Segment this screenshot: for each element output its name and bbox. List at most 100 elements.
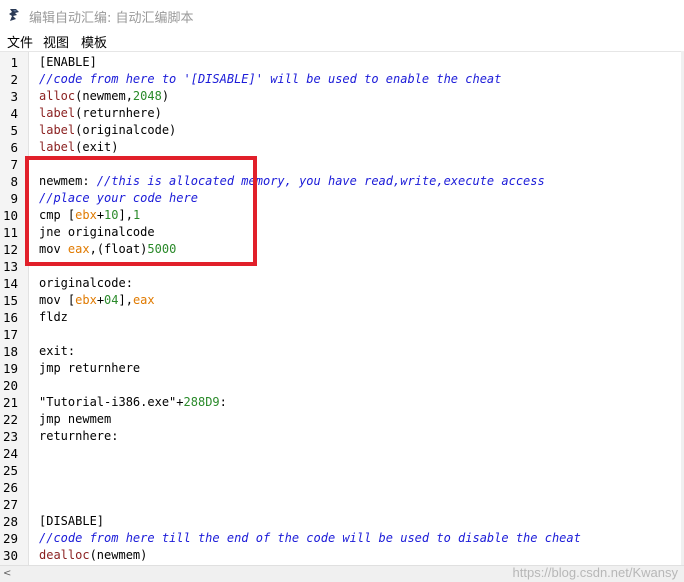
code-token: + (96, 293, 105, 307)
line-number: 21 (2, 395, 18, 410)
code-text: //code from here to '[DISABLE]' will be … (39, 71, 501, 88)
line-number: 19 (2, 361, 18, 376)
line-number: 14 (2, 276, 18, 291)
line-number: 6 (10, 140, 18, 155)
code-token: : (219, 395, 227, 409)
code-text: label(exit) (39, 139, 118, 156)
code-line: 1 [ENABLE] (0, 54, 681, 71)
line-number: 15 (2, 293, 18, 308)
code-token: //this is allocated memory, you have rea… (96, 174, 545, 188)
line-number: 7 (10, 157, 18, 172)
cheat-engine-icon (7, 7, 23, 23)
menu-view[interactable]: 视图 (43, 32, 69, 51)
line-number: 10 (2, 208, 18, 223)
code-token: + (96, 208, 105, 222)
code-line: 18 exit: (0, 343, 681, 360)
code-text: mov eax,(float)5000 (39, 241, 176, 258)
code-text: newmem: //this is allocated memory, you … (39, 173, 545, 190)
code-token: 1 (132, 208, 141, 222)
code-line: 21 "Tutorial-i386.exe"+288D9: (0, 394, 681, 411)
code-line: 8 newmem: //this is allocated memory, you… (0, 173, 681, 190)
line-number: 9 (10, 191, 18, 206)
code-token: label (39, 140, 76, 154)
code-text: jne originalcode (39, 224, 155, 241)
scroll-left-icon[interactable]: < (3, 568, 11, 579)
code-line: 3 alloc(newmem,2048) (0, 88, 681, 105)
code-token: newmem: (39, 174, 97, 188)
code-line: 26 (0, 479, 681, 496)
code-token: 2048 (132, 89, 162, 103)
title-bar: 编辑自动汇编: 自动汇编脚本 (0, 0, 684, 30)
line-number: 27 (2, 497, 18, 512)
code-token: jmp returnhere (39, 361, 141, 375)
code-line: 4 label(returnhere) (0, 105, 681, 122)
code-token: jne originalcode (39, 225, 155, 239)
code-token: 10 (104, 208, 119, 222)
code-line: 28 [DISABLE] (0, 513, 681, 530)
code-line: 20 (0, 377, 681, 394)
code-token: (newmem) (89, 548, 148, 562)
line-number: 11 (2, 225, 18, 240)
code-text: //place your code here (39, 190, 198, 207)
code-line: 30 dealloc(newmem) (0, 547, 681, 564)
code-token: ], (118, 208, 133, 222)
line-number: 28 (2, 514, 18, 529)
code-token: //code from here till the end of the cod… (39, 531, 581, 545)
code-text: returnhere: (39, 428, 118, 445)
code-line: 7 (0, 156, 681, 173)
code-line: 6 label(exit) (0, 139, 681, 156)
code-token: ], (118, 293, 133, 307)
menu-file[interactable]: 文件 (7, 32, 33, 51)
code-token: ebx (75, 208, 97, 222)
code-token: (originalcode) (75, 123, 177, 137)
watermark: https://blog.csdn.net/Kwansy (512, 565, 678, 580)
code-token: [DISABLE] (39, 514, 105, 528)
code-line: 23 returnhere: (0, 428, 681, 445)
line-number: 5 (10, 123, 18, 138)
window-title: 编辑自动汇编: 自动汇编脚本 (29, 11, 194, 26)
code-line: 11 jne originalcode (0, 224, 681, 241)
code-token: //place your code here (39, 191, 198, 205)
code-text: exit: (39, 343, 75, 360)
code-token: 04 (104, 293, 119, 307)
line-number: 2 (10, 72, 18, 87)
code-text: originalcode: (39, 275, 133, 292)
line-number: 3 (10, 89, 18, 104)
code-line: 9 //place your code here (0, 190, 681, 207)
code-line: 29 //code from here till the end of the c… (0, 530, 681, 547)
code-line: 5 label(originalcode) (0, 122, 681, 139)
line-number: 22 (2, 412, 18, 427)
code-token: 5000 (147, 242, 177, 256)
code-token: fldz (39, 310, 68, 324)
code-text: cmp [ebx+10],1 (39, 207, 140, 224)
line-number: 12 (2, 242, 18, 257)
code-token: dealloc (39, 548, 90, 562)
code-token: (returnhere) (75, 106, 162, 120)
code-editor[interactable]: 1 [ENABLE] 2 //code from here to '[DISABLE]… (0, 51, 681, 567)
code-line: 10 cmp [ebx+10],1 (0, 207, 681, 224)
code-line: 16 fldz (0, 309, 681, 326)
code-token: label (39, 106, 76, 120)
code-text: label(returnhere) (39, 105, 162, 122)
code-token: (newmem, (75, 89, 133, 103)
code-token: ebx (75, 293, 97, 307)
code-line: 14 originalcode: (0, 275, 681, 292)
code-text: [DISABLE] (39, 513, 104, 530)
code-text: label(originalcode) (39, 122, 176, 139)
code-token: returnhere: (39, 429, 119, 443)
code-token: jmp newmem (39, 412, 112, 426)
code-line: 13 (0, 258, 681, 275)
menu-bar: 文件 视图 模板 (0, 30, 684, 51)
code-text: mov [ebx+04],eax (39, 292, 155, 309)
menu-template[interactable]: 模板 (81, 32, 107, 51)
code-token: "Tutorial-i386.exe" (39, 395, 177, 409)
code-text: //code from here till the end of the cod… (39, 530, 581, 547)
code-text: alloc(newmem,2048) (39, 88, 169, 105)
code-text: [ENABLE] (39, 54, 97, 71)
code-token: exit: (39, 344, 76, 358)
line-number: 24 (2, 446, 18, 461)
line-number: 8 (10, 174, 18, 189)
code-line: 15 mov [ebx+04],eax (0, 292, 681, 309)
line-number: 17 (2, 327, 18, 342)
code-token: eax (67, 242, 90, 256)
